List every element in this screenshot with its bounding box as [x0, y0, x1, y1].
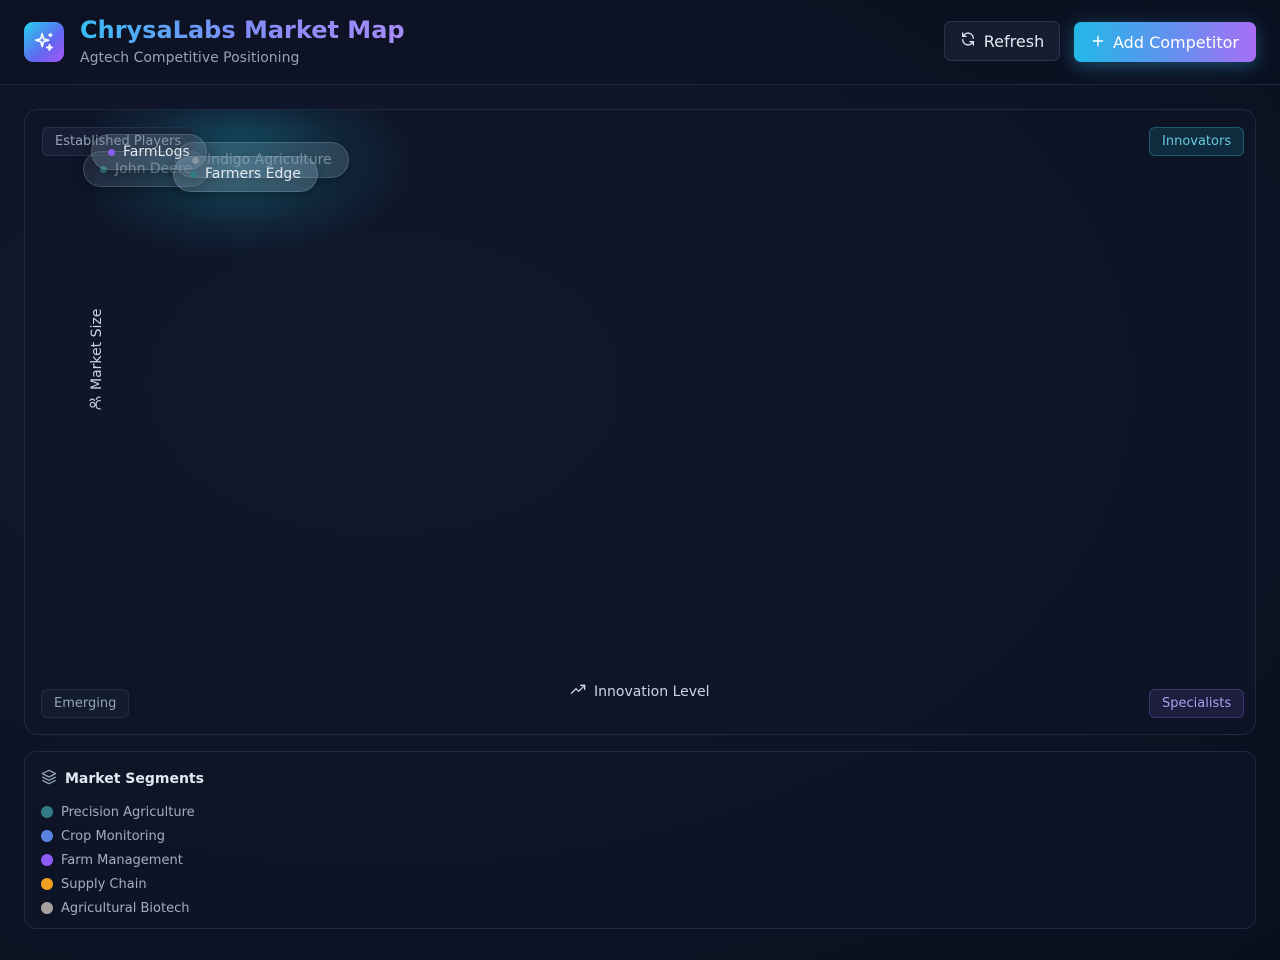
legend-swatch: [41, 854, 53, 866]
legend-swatch: [41, 830, 53, 842]
quadrant-specialists: Specialists: [1149, 689, 1245, 718]
trending-up-icon: [570, 682, 586, 702]
refresh-icon: [960, 31, 976, 51]
legend-list: Precision Agriculture Crop Monitoring Fa…: [41, 800, 195, 920]
legend-item-precision-agriculture: Precision Agriculture: [41, 800, 195, 824]
x-axis-label: Innovation Level: [570, 682, 710, 702]
y-axis-text: Market Size: [89, 308, 105, 390]
market-map: Established Players Innovators Emerging …: [24, 109, 1256, 735]
app-title: ChrysaLabs Market Map: [80, 16, 405, 44]
competitor-chip-farmers-edge[interactable]: Farmers Edge: [173, 156, 318, 192]
competitor-name: FarmLogs: [123, 144, 190, 160]
competitor-name: Farmers Edge: [205, 166, 301, 182]
app-header: ChrysaLabs Market Map Agtech Competitive…: [0, 0, 1280, 85]
quadrant-innovators: Innovators: [1149, 127, 1245, 156]
legend-swatch: [41, 902, 53, 914]
refresh-button[interactable]: Refresh: [944, 21, 1060, 61]
market-segments-legend: Market Segments Precision Agriculture Cr…: [24, 751, 1256, 929]
segment-dot: [108, 148, 115, 156]
quadrant-emerging: Emerging: [41, 689, 130, 718]
x-axis-text: Innovation Level: [594, 684, 710, 700]
app-subtitle: Agtech Competitive Positioning: [80, 50, 300, 66]
refresh-label: Refresh: [983, 31, 1045, 51]
plus-icon: [1091, 33, 1105, 52]
legend-label: Supply Chain: [61, 876, 147, 892]
legend-label: Agricultural Biotech: [61, 900, 190, 916]
users-icon: [88, 396, 106, 410]
legend-label: Precision Agriculture: [61, 804, 195, 820]
segment-dot: [190, 170, 197, 178]
legend-item-agricultural-biotech: Agricultural Biotech: [41, 896, 195, 920]
y-axis-label: Market Size: [87, 270, 107, 410]
sparkles-icon: [24, 22, 64, 62]
legend-item-crop-monitoring: Crop Monitoring: [41, 824, 195, 848]
legend-label: Crop Monitoring: [61, 828, 165, 844]
legend-title-text: Market Segments: [65, 771, 204, 787]
add-competitor-button[interactable]: Add Competitor: [1074, 22, 1256, 62]
legend-swatch: [41, 878, 53, 890]
layers-icon: [41, 769, 57, 789]
legend-item-farm-management: Farm Management: [41, 848, 195, 872]
legend-swatch: [41, 806, 53, 818]
legend-label: Farm Management: [61, 852, 183, 868]
legend-title: Market Segments: [41, 769, 204, 789]
legend-item-supply-chain: Supply Chain: [41, 872, 195, 896]
add-competitor-label: Add Competitor: [1113, 32, 1239, 52]
